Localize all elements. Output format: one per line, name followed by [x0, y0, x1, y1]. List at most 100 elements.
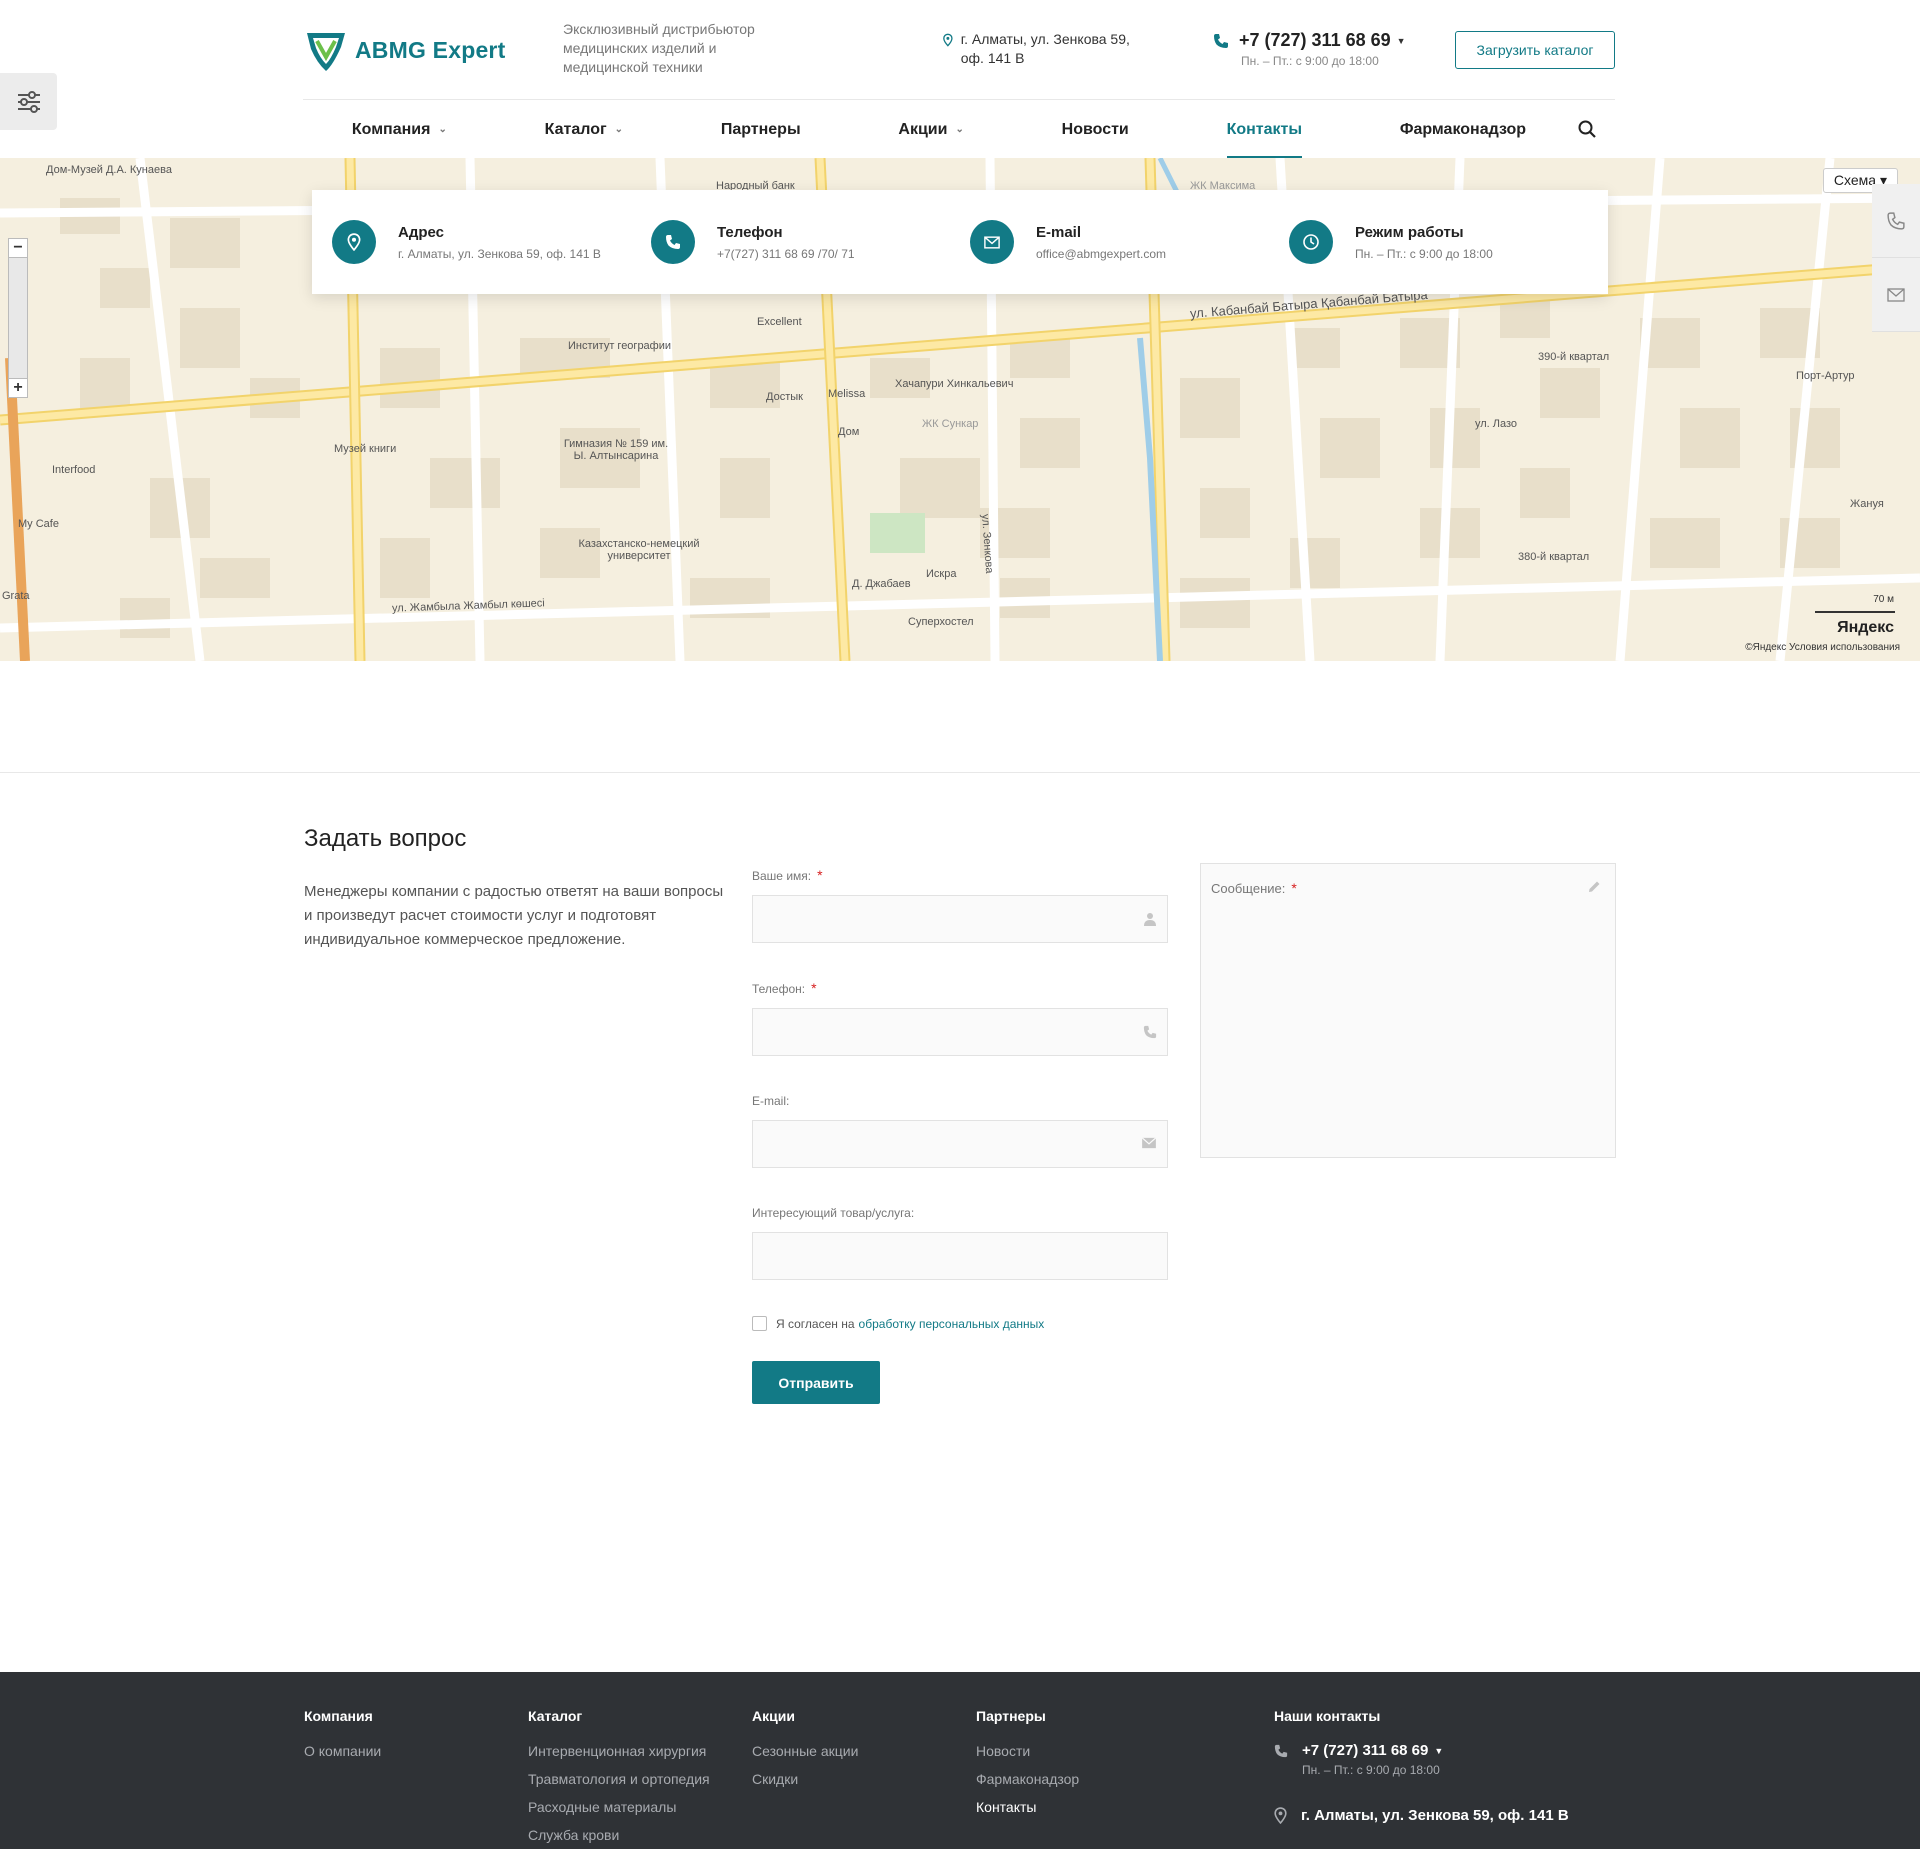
main-nav: Компания ⌄ Каталог ⌄ Партнеры Акции ⌄ Новос…: [303, 101, 1615, 158]
footer-link[interactable]: Травматология и ортопедия: [528, 1770, 710, 1788]
map-label: Д. Джабаев: [852, 578, 911, 590]
caret-down-icon[interactable]: ▼: [1397, 36, 1406, 46]
name-input[interactable]: [752, 895, 1168, 943]
caret-down-icon[interactable]: ▼: [1434, 1746, 1443, 1756]
info-email-title: E-mail: [1036, 224, 1082, 241]
zoom-out-button[interactable]: −: [8, 238, 28, 258]
phone-call-icon: [1887, 211, 1905, 230]
nav-catalog[interactable]: Каталог ⌄: [545, 101, 623, 158]
privacy-policy-link[interactable]: обработку персональных данных: [859, 1317, 1045, 1331]
info-email: E-mail office@abmgexpert.com: [970, 220, 1289, 264]
footer-hours: Пн. – Пт.: с 9:00 до 18:00: [1302, 1763, 1440, 1777]
footer-link[interactable]: Новости: [976, 1742, 1079, 1760]
footer-address-text: г. Алматы, ул. Зенкова 59, оф. 141 В: [1301, 1807, 1569, 1824]
phone-input[interactable]: [752, 1008, 1168, 1056]
map-label: Достык: [766, 391, 803, 403]
logo-text: ABMG Expert: [355, 36, 506, 63]
footer-link[interactable]: Интервенционная хирургия: [528, 1742, 710, 1760]
info-address-title: Адрес: [398, 224, 445, 241]
info-email-value[interactable]: office@abmgexpert.com: [1036, 247, 1166, 261]
logo-icon: [307, 33, 345, 71]
phone-field: Телефон: *: [752, 980, 1168, 1056]
footer-col-title[interactable]: Акции: [752, 1708, 858, 1724]
sliders-icon: [17, 90, 40, 113]
map-label: Искра: [926, 568, 957, 580]
map-copyright[interactable]: ©Яндекс Условия использования: [1745, 642, 1900, 653]
info-hours-value: Пн. – Пт.: с 9:00 до 18:00: [1355, 247, 1493, 261]
phone-icon: [1214, 33, 1228, 48]
nav-partners[interactable]: Партнеры: [721, 101, 801, 158]
nav-contacts[interactable]: Контакты: [1226, 101, 1303, 158]
email-label: E-mail:: [752, 1094, 790, 1108]
map-label: Институт географии: [568, 340, 672, 352]
pencil-icon: [1589, 881, 1600, 892]
footer-link[interactable]: О компании: [304, 1742, 381, 1760]
info-hours: Режим работы Пн. – Пт.: с 9:00 до 18:00: [1289, 220, 1608, 264]
location-pin-icon: [1274, 1807, 1287, 1824]
zoom-slider[interactable]: [8, 258, 28, 378]
footer-col-company: Компания О компании: [304, 1708, 381, 1770]
nav-pharmacovigilance[interactable]: Фармаконадзор: [1400, 101, 1526, 158]
footer-phone[interactable]: +7 (727) 311 68 69 ▼: [1274, 1742, 1569, 1759]
info-phone-title: Телефон: [717, 224, 783, 241]
zoom-in-button[interactable]: +: [8, 378, 28, 398]
side-contact-bar: [1872, 184, 1920, 332]
footer-link[interactable]: Скидки: [752, 1770, 858, 1788]
nav-promotions[interactable]: Акции ⌄: [898, 101, 963, 158]
footer-col-title[interactable]: Компания: [304, 1708, 381, 1724]
footer-link[interactable]: Фармаконадзор: [976, 1770, 1079, 1788]
required-mark: *: [817, 867, 823, 883]
footer-phone-number: +7 (727) 311 68 69: [1302, 1742, 1429, 1759]
map-label: Excellent: [757, 316, 802, 328]
info-phone-value[interactable]: +7(727) 311 68 69 /70/ 71: [717, 247, 855, 261]
product-field: Интересующий товар/услуга:: [752, 1206, 1168, 1280]
header-hours: Пн. – Пт.: с 9:00 до 18:00: [1241, 54, 1379, 68]
email-input[interactable]: [752, 1120, 1168, 1168]
submit-button[interactable]: Отправить: [752, 1361, 880, 1404]
location-pin-icon: [347, 233, 361, 251]
email-button[interactable]: [1872, 258, 1920, 332]
map-label: Melissa: [828, 388, 866, 400]
footer-link-current[interactable]: Контакты: [976, 1798, 1079, 1816]
map-zoom-control: − +: [8, 238, 28, 398]
form-title: Задать вопрос: [304, 825, 467, 852]
phone-icon: [1143, 1025, 1157, 1039]
product-input[interactable]: [752, 1232, 1168, 1280]
info-hours-circle: [1289, 220, 1333, 264]
name-label: Ваше имя:: [752, 869, 812, 883]
info-phone-circle: [651, 220, 695, 264]
message-textarea[interactable]: Сообщение: *: [1200, 863, 1616, 1158]
map-label: ЖК Сункар: [922, 418, 979, 430]
logo[interactable]: ABMG Expert: [303, 27, 505, 73]
search-icon[interactable]: [1577, 119, 1597, 139]
footer-link[interactable]: Расходные материалы: [528, 1798, 710, 1816]
settings-tab[interactable]: [0, 73, 57, 130]
section-divider: [0, 772, 1920, 773]
footer-col-title: Наши контакты: [1274, 1708, 1381, 1724]
required-mark: *: [1291, 880, 1297, 896]
info-email-circle: [970, 220, 1014, 264]
footer-link[interactable]: Служба крови: [528, 1826, 710, 1844]
map-label: Дом: [838, 426, 860, 438]
map-scale: 70 м: [1873, 594, 1894, 605]
map-label: Музей книги: [334, 443, 397, 455]
name-field: Ваше имя: *: [752, 867, 1168, 943]
download-catalog-button[interactable]: Загрузить каталог: [1455, 31, 1615, 69]
consent-checkbox[interactable]: [752, 1316, 767, 1331]
nav-news[interactable]: Новости: [1062, 101, 1129, 158]
header-phone[interactable]: +7 (727) 311 68 69 ▼ Пн. – Пт.: с 9:00 д…: [1213, 30, 1406, 68]
map-label: Жануя: [1850, 498, 1884, 510]
map-label: ул. Лазо: [1475, 418, 1518, 430]
map-label: Хачапури Хинкальевич: [895, 378, 1014, 390]
envelope-icon: [1141, 1137, 1157, 1149]
footer-link[interactable]: Сезонные акции: [752, 1742, 858, 1760]
phone-icon: [1274, 1744, 1288, 1757]
chevron-down-icon: ⌄: [614, 124, 624, 135]
footer-col-title[interactable]: Каталог: [528, 1708, 710, 1724]
nav-company[interactable]: Компания ⌄: [352, 101, 447, 158]
footer-contacts: Наши контакты +7 (727) 311 68 69 ▼ Пн. –…: [1274, 1708, 1569, 1824]
map-label: Порт-Артур: [1796, 370, 1855, 382]
message-label: Сообщение:: [1211, 881, 1286, 896]
footer-col-title[interactable]: Партнеры: [976, 1708, 1079, 1724]
callback-button[interactable]: [1872, 184, 1920, 258]
